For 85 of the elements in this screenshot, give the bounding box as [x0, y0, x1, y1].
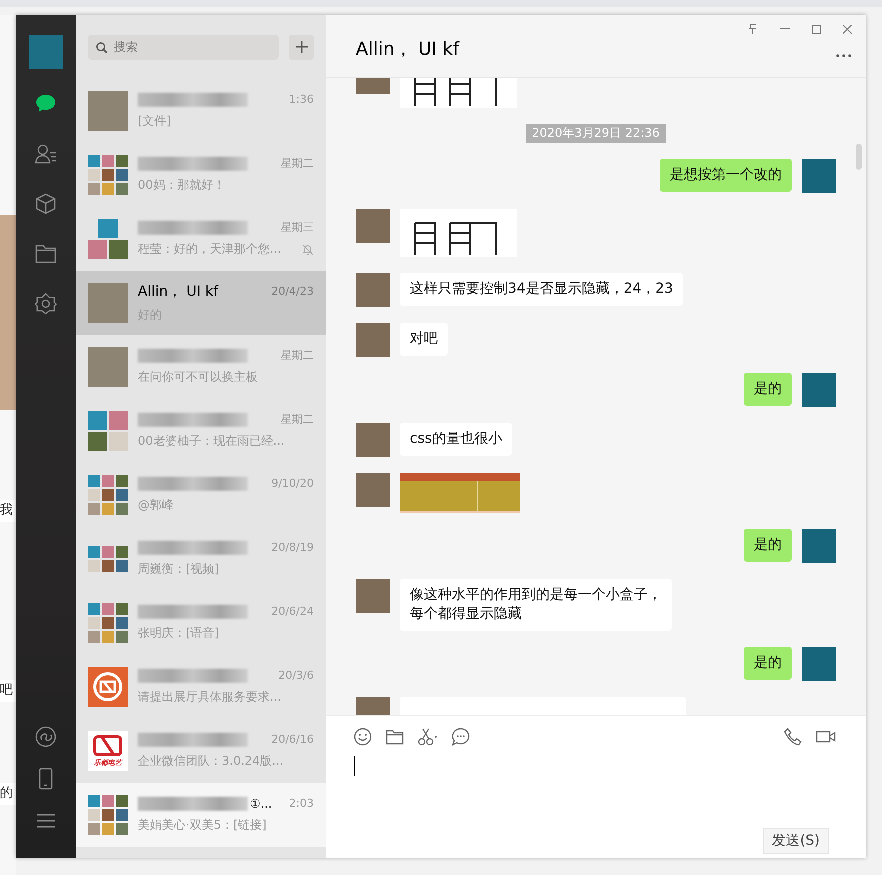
chat-time: 20/6/16 — [272, 733, 314, 746]
message-preview: @郭峰 — [138, 496, 174, 514]
photo-placeholder — [88, 347, 128, 387]
chat-time: 星期二 — [281, 412, 314, 427]
search-field[interactable]: 搜索 — [88, 34, 279, 60]
send-button[interactable]: 发送(S) — [763, 828, 829, 854]
maximize-icon[interactable] — [812, 24, 821, 34]
chat-name: Allin， UI kf — [138, 282, 218, 300]
logo-icon — [88, 667, 128, 707]
message-preview: 企业微信团队：3.0.24版... — [138, 752, 284, 770]
chat-list-item[interactable]: 星期二 在问你可不可以换主板 — [76, 335, 326, 399]
search-icon — [96, 42, 108, 54]
message-bubble: 是想按第一个改的 — [660, 159, 792, 192]
message-bubble: 是的 — [744, 373, 792, 406]
message-bubble: 是的 — [744, 529, 792, 562]
name-suffix: ①... — [250, 796, 272, 810]
chat-time: 2:03 — [289, 797, 314, 810]
background-text: 的 — [0, 783, 16, 805]
chat-bubble-icon[interactable] — [452, 728, 470, 746]
close-icon[interactable] — [843, 24, 852, 34]
chat-time: 20/4/23 — [272, 285, 314, 298]
folder-icon[interactable] — [386, 729, 404, 745]
chat-time: 星期二 — [281, 156, 314, 171]
scissors-icon[interactable] — [418, 728, 438, 746]
message-preview: 张明庆：[语音] — [138, 624, 220, 642]
cube-icon[interactable] — [35, 193, 57, 215]
more-icon[interactable] — [836, 54, 852, 58]
photo-placeholder — [88, 91, 128, 131]
chat-time: 1:36 — [289, 93, 314, 106]
message-preview: 在问你可不可以换主板 — [138, 369, 258, 386]
chat-list-item[interactable]: 20/6/24 张明庆：[语音] — [76, 591, 326, 655]
group-avatar — [88, 411, 128, 451]
message-preview: 周巍衡：[视频] — [138, 560, 220, 578]
chat-list-item[interactable]: 9/10/20 @郭峰 — [76, 463, 326, 527]
phone-icon[interactable] — [784, 728, 802, 746]
chat-time: 星期三 — [281, 220, 314, 235]
group-avatar — [88, 219, 128, 259]
chat-time: 20/8/19 — [272, 541, 314, 554]
folder-icon[interactable] — [35, 243, 57, 265]
chat-time: 20/3/6 — [278, 669, 314, 682]
group-avatar — [88, 603, 128, 643]
message-preview: [文件] — [138, 112, 172, 130]
video-camera-icon[interactable] — [816, 730, 836, 744]
message-preview: 00妈：那就好！ — [138, 177, 226, 194]
chat-list-item[interactable]: 20/8/19 周巍衡：[视频] — [76, 527, 326, 591]
contacts-icon[interactable] — [35, 143, 57, 165]
message-preview: 美娟美心·双美5：[链接] — [138, 816, 267, 834]
chat-time: 星期二 — [281, 348, 314, 363]
message-preview: 程莹：好的，天津那个您... — [138, 241, 282, 258]
pin-icon[interactable] — [748, 24, 758, 34]
add-button[interactable] — [289, 34, 314, 60]
photo-placeholder — [88, 283, 128, 323]
chat-list-item[interactable]: 星期二 00妈：那就好！ — [76, 143, 326, 207]
plus-icon — [296, 41, 308, 53]
message-input-area[interactable]: 发送(S) — [326, 715, 866, 858]
chat-list-item[interactable]: ①... 2:03 美娟美心·双美5：[链接] — [76, 783, 326, 847]
link-circle-icon[interactable] — [35, 726, 57, 748]
message-bubble: css的量也很小 — [400, 423, 512, 456]
scrollbar-thumb[interactable] — [856, 144, 862, 170]
hexagon-icon[interactable] — [35, 293, 57, 315]
background-text: 吧 — [0, 680, 16, 702]
emoji-icon[interactable] — [354, 728, 372, 746]
timestamp: 2020年3月29日 22:36 — [526, 124, 666, 143]
minimize-icon[interactable] — [780, 28, 790, 30]
message-bubble: 是的 — [744, 647, 792, 680]
group-avatar — [88, 155, 128, 195]
text-cursor — [354, 756, 355, 776]
chat-list-item[interactable]: 20/3/6 请提出展厅具体服务要求... — [76, 655, 326, 719]
chat-bubble-icon[interactable] — [35, 93, 57, 115]
chat-list-item[interactable]: 星期二 00老婆柚子：现在雨已经... — [76, 399, 326, 463]
chat-list-item[interactable]: 1:36 [文件] — [76, 79, 326, 143]
chat-title: Allin， UI kf — [356, 38, 460, 61]
background-text: 我 — [0, 500, 16, 522]
chat-list-item[interactable]: 星期三 程莹：好的，天津那个您... — [76, 207, 326, 271]
message-preview: 请提出展厅具体服务要求... — [138, 688, 282, 706]
group-avatar — [88, 795, 128, 835]
logo-icon — [93, 734, 123, 756]
message-text: 像这种水平的作用到的是每一个小盒子， — [410, 586, 662, 605]
message-bubble: 对吧 — [400, 323, 448, 356]
chat-time: 9/10/20 — [272, 477, 314, 490]
message-bubble: 这样只需要控制34是否显示隐藏，24，23 — [400, 273, 684, 306]
message-preview: 00老婆柚子：现在雨已经... — [138, 433, 285, 450]
message-text: 每个都得显示隐藏 — [410, 605, 523, 624]
chat-time: 20/6/24 — [272, 605, 314, 618]
group-avatar — [88, 475, 128, 515]
